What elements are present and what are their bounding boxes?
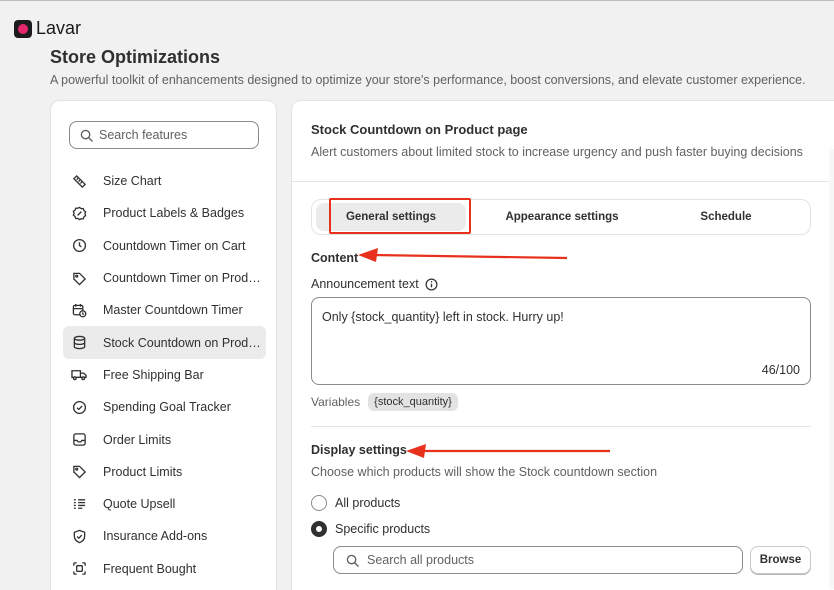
sidebar-item-product-labels[interactable]: Product Labels & Badges: [63, 197, 266, 229]
variable-chip[interactable]: {stock_quantity}: [368, 393, 458, 411]
radio-label: Specific products: [335, 522, 431, 536]
announcement-label-row: Announcement text: [311, 277, 438, 291]
truck-icon: [71, 367, 87, 383]
sidebar-item-countdown-product[interactable]: Countdown Timer on Product Page: [63, 262, 266, 294]
panel-title: Stock Countdown on Product page: [311, 122, 528, 137]
page-title: Store Optimizations: [50, 47, 221, 67]
feature-list: Size Chart Product Labels & Badges Count…: [63, 165, 266, 585]
sidebar-item-product-limits[interactable]: Product Limits: [63, 456, 266, 488]
sidebar-item-insurance[interactable]: Insurance Add-ons: [63, 520, 266, 552]
product-search-input[interactable]: [367, 553, 727, 567]
sidebar-item-quote-upsell[interactable]: Quote Upsell: [63, 488, 266, 520]
radio-button-checked[interactable]: [311, 521, 327, 537]
app-logo: [14, 20, 32, 38]
ruler-icon: [71, 173, 87, 189]
page-subtitle: A powerful toolkit of enhancements desig…: [50, 73, 806, 87]
search-icon: [346, 554, 359, 567]
radio-all-products[interactable]: All products: [311, 495, 400, 511]
sidebar-item-spending-goal[interactable]: Spending Goal Tracker: [63, 391, 266, 423]
display-settings-heading: Display settings: [311, 443, 407, 457]
calendar-clock-icon: [71, 302, 87, 318]
announcement-label: Announcement text: [311, 277, 419, 291]
bundle-icon: [71, 561, 87, 577]
variables-label: Variables: [311, 395, 361, 409]
sidebar-item-master-countdown[interactable]: Master Countdown Timer: [63, 294, 266, 326]
tag-icon: [71, 464, 87, 480]
announcement-textarea[interactable]: Only {stock_quantity} left in stock. Hur…: [311, 297, 811, 385]
content-heading: Content: [311, 251, 359, 265]
inbox-icon: [71, 432, 87, 448]
display-settings-description: Choose which products will show the Stoc…: [311, 465, 658, 479]
badge-icon: [71, 205, 87, 221]
shield-check-icon: [71, 528, 87, 544]
database-icon: [71, 335, 87, 351]
radio-button[interactable]: [311, 495, 327, 511]
variables-row: Variables {stock_quantity}: [311, 393, 458, 411]
feature-search-input[interactable]: [99, 128, 249, 142]
announcement-text: Only {stock_quantity} left in stock. Hur…: [322, 310, 564, 324]
search-icon: [80, 129, 93, 142]
app-name: Lavar: [36, 18, 82, 38]
tab-appearance-settings[interactable]: Appearance settings: [480, 200, 644, 234]
scrollbar-track[interactable]: [829, 149, 834, 589]
tab-schedule[interactable]: Schedule: [644, 200, 808, 234]
character-counter: 46/100: [761, 363, 800, 377]
radio-label: All products: [335, 496, 401, 510]
sidebar-item-stock-countdown[interactable]: Stock Countdown on Product Page: [63, 326, 266, 359]
list-icon: [71, 496, 87, 512]
info-icon[interactable]: [425, 278, 438, 291]
divider: [311, 426, 811, 427]
feature-sidebar: Size Chart Product Labels & Badges Count…: [50, 100, 277, 590]
top-bar: Lavar: [0, 0, 834, 52]
browse-button[interactable]: Browse: [750, 546, 811, 574]
clock-icon: [71, 238, 87, 254]
check-circle-icon: [71, 399, 87, 415]
product-search[interactable]: [333, 546, 743, 574]
sidebar-item-size-chart[interactable]: Size Chart: [63, 165, 266, 197]
tag-icon: [71, 270, 87, 286]
divider: [292, 181, 834, 182]
settings-panel: Stock Countdown on Product page Alert cu…: [291, 100, 834, 590]
annotation-highlight-box: [329, 198, 471, 234]
feature-search[interactable]: [69, 121, 259, 149]
sidebar-item-order-limits[interactable]: Order Limits: [63, 423, 266, 455]
radio-specific-products[interactable]: Specific products: [311, 521, 430, 537]
sidebar-item-free-shipping[interactable]: Free Shipping Bar: [63, 359, 266, 391]
panel-description: Alert customers about limited stock to i…: [311, 145, 803, 159]
sidebar-item-countdown-cart[interactable]: Countdown Timer on Cart: [63, 230, 266, 262]
sidebar-item-frequent-bought[interactable]: Frequent Bought: [63, 553, 266, 585]
